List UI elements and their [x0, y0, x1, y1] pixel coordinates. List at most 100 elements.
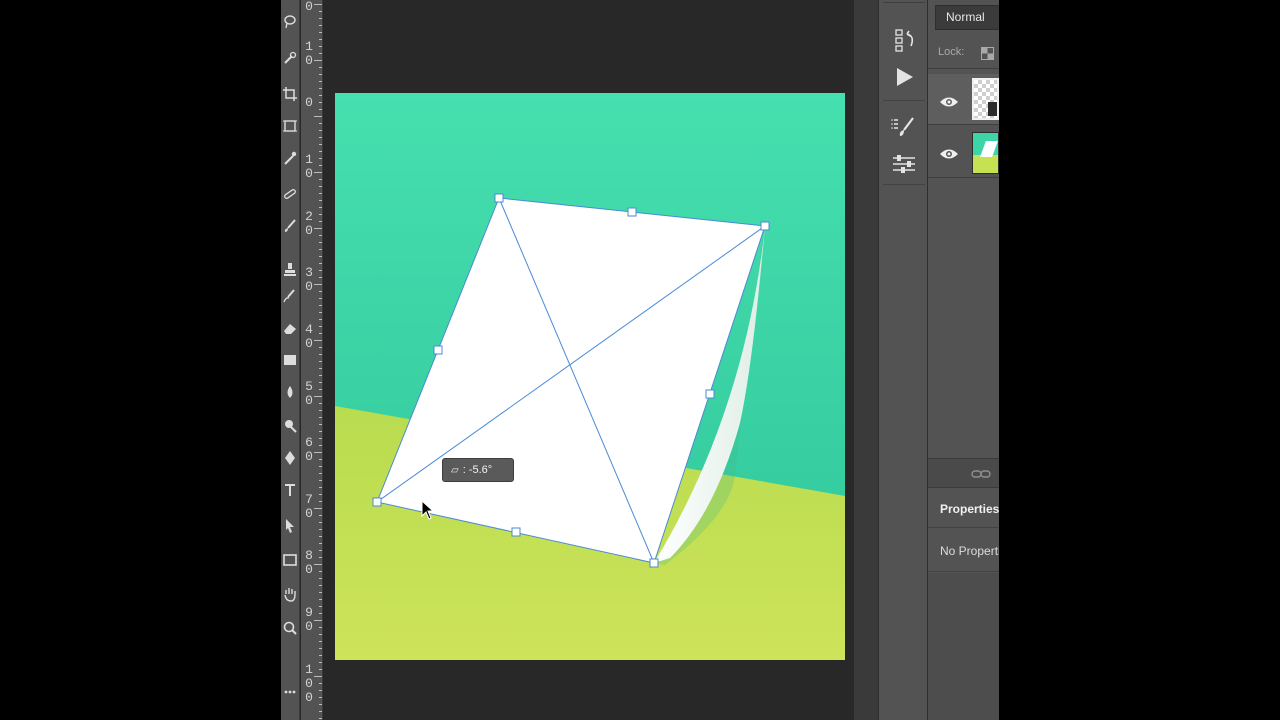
- document-canvas[interactable]: [335, 93, 845, 660]
- blur-tool-icon[interactable]: [282, 384, 298, 400]
- ruler-tick: [319, 543, 322, 544]
- ruler-tick: [319, 627, 322, 628]
- layer-thumbnail[interactable]: [972, 132, 999, 174]
- edit-toolbar-icon[interactable]: [282, 684, 298, 700]
- ruler-tick: [319, 333, 322, 334]
- ruler-tick: [319, 53, 322, 54]
- ruler-tick: [319, 137, 322, 138]
- ruler-tick: [319, 88, 322, 89]
- quick-select-tool-icon[interactable]: [282, 50, 298, 66]
- ruler-tick: [319, 375, 322, 376]
- ruler-tick: [319, 347, 322, 348]
- ruler-tick: [319, 179, 322, 180]
- layer-thumbnail[interactable]: [972, 78, 999, 120]
- ruler-tick: [314, 396, 322, 397]
- pen-tool-icon[interactable]: [282, 450, 298, 466]
- ruler-tick: [319, 81, 322, 82]
- ruler-tick: [319, 18, 322, 19]
- ruler-tick: [319, 655, 322, 656]
- type-tool-icon[interactable]: [282, 482, 298, 498]
- frame-tool-icon[interactable]: [282, 118, 298, 134]
- vertical-ruler[interactable]: 0 1 0 0 1 0 2 0 3 0 4 0 5 0 6 0 7 0 8 0 …: [301, 0, 323, 720]
- ruler-tick: [319, 361, 322, 362]
- transform-handle: [760, 221, 770, 231]
- ruler-label: 6 0: [305, 435, 313, 464]
- actions-play-icon[interactable]: [889, 63, 919, 91]
- eraser-tool-icon[interactable]: [282, 320, 298, 336]
- visibility-eye-icon[interactable]: [939, 147, 959, 161]
- ruler-tick: [314, 4, 322, 5]
- canvas-scrollbar[interactable]: [854, 0, 878, 720]
- ruler-label: 5 0: [305, 379, 313, 408]
- canvas-image[interactable]: [335, 93, 845, 660]
- history-icon[interactable]: [889, 26, 919, 54]
- ruler-tick: [319, 669, 322, 670]
- history-brush-tool-icon[interactable]: [282, 288, 298, 304]
- ruler-tick: [319, 382, 322, 383]
- mouse-cursor-icon: [421, 500, 435, 520]
- layers-separator: [928, 68, 999, 69]
- layer-row-paper[interactable]: [928, 74, 999, 125]
- ruler-tick: [319, 613, 322, 614]
- ruler-tick: [319, 291, 322, 292]
- ruler-tick: [319, 39, 322, 40]
- crop-tool-icon[interactable]: [282, 86, 298, 102]
- panel-grip[interactable]: [883, 2, 925, 10]
- ruler-tick: [319, 585, 322, 586]
- tools-panel: [281, 0, 300, 720]
- ruler-tick: [319, 242, 322, 243]
- ruler-tick: [319, 46, 322, 47]
- ruler-tick: [319, 277, 322, 278]
- ruler-tick: [319, 235, 322, 236]
- brush-presets-icon[interactable]: [889, 114, 919, 142]
- rectangle-tool-icon[interactable]: [282, 552, 298, 568]
- clone-stamp-tool-icon[interactable]: [282, 262, 298, 278]
- healing-brush-tool-icon[interactable]: [282, 186, 298, 202]
- ruler-label: 7 0: [305, 492, 313, 521]
- ruler-label: 0: [305, 0, 313, 14]
- layers-list-empty-area: [928, 180, 999, 458]
- ruler-tick: [319, 494, 322, 495]
- ruler-tick: [319, 459, 322, 460]
- ruler-tick: [319, 256, 322, 257]
- ruler-label: 1 0: [305, 152, 313, 181]
- layer-row-background[interactable]: [928, 127, 999, 178]
- ruler-tick: [319, 417, 322, 418]
- ruler-tick: [319, 249, 322, 250]
- ruler-tick: [314, 564, 322, 565]
- ruler-tick: [319, 704, 322, 705]
- path-selection-tool-icon[interactable]: [282, 518, 298, 534]
- ruler-label: 8 0: [305, 548, 313, 577]
- adjustments-icon[interactable]: [889, 150, 919, 178]
- ruler-tick: [319, 515, 322, 516]
- eyedropper-tool-icon[interactable]: [282, 150, 298, 166]
- ruler-tick: [319, 697, 322, 698]
- hand-tool-icon[interactable]: [282, 586, 298, 602]
- ruler-tick: [319, 11, 322, 12]
- ruler-tick: [319, 690, 322, 691]
- link-layers-icon[interactable]: [971, 467, 991, 481]
- transform-angle-tooltip: ▱: -5.6°: [442, 458, 514, 482]
- lock-transparent-pixels-icon[interactable]: [981, 47, 994, 60]
- transform-handle: [627, 207, 637, 217]
- ruler-tick: [319, 536, 322, 537]
- ruler-tick: [319, 312, 322, 313]
- zoom-tool-icon[interactable]: [282, 620, 298, 636]
- brush-tool-icon[interactable]: [282, 218, 298, 234]
- ruler-tick: [319, 480, 322, 481]
- properties-panel-header[interactable]: Properties: [928, 490, 999, 528]
- ruler-label: 9 0: [305, 605, 313, 634]
- ruler-tick: [319, 186, 322, 187]
- dodge-tool-icon[interactable]: [282, 418, 298, 434]
- transform-handle: [433, 345, 443, 355]
- lasso-tool-icon[interactable]: [282, 14, 298, 30]
- ruler-tick: [314, 508, 322, 509]
- ruler-tick: [319, 438, 322, 439]
- gradient-tool-icon[interactable]: [282, 352, 298, 368]
- properties-empty-text: No Properties: [940, 544, 999, 558]
- ruler-tick: [319, 711, 322, 712]
- document-canvas-area[interactable]: ▱: -5.6°: [324, 0, 854, 720]
- ruler-tick: [319, 718, 322, 719]
- blend-mode-dropdown[interactable]: Normal: [935, 5, 999, 30]
- visibility-eye-icon[interactable]: [939, 95, 959, 109]
